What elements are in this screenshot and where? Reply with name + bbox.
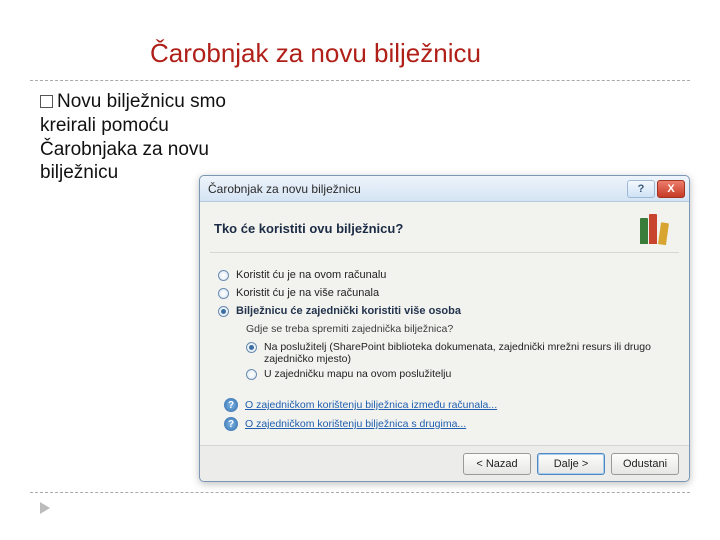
sub-question: Gdje se treba spremiti zajednička biljež…	[246, 323, 671, 335]
wizard-dialog: Čarobnjak za novu bilježnicu ? X Tko će …	[199, 175, 690, 482]
radio-icon	[246, 342, 257, 353]
dialog-body: Koristit ću je na ovom računalu Koristit…	[200, 253, 689, 438]
option-label: Bilježnicu će zajednički koristiti više …	[236, 305, 461, 317]
dialog-footer: < Nazad Dalje > Odustani	[200, 445, 689, 481]
bullet-marker-icon	[40, 95, 53, 108]
close-button[interactable]: X	[657, 180, 685, 198]
option-label: Koristit ću je na više računala	[236, 287, 379, 299]
books-icon	[637, 212, 675, 244]
next-slide-arrow-icon	[40, 502, 50, 514]
dialog-title: Čarobnjak za novu bilježnicu	[208, 182, 625, 196]
divider-top	[30, 80, 690, 81]
suboption-label: U zajedničku mapu na ovom poslužitelju	[264, 368, 451, 380]
suboption-server[interactable]: Na poslužitelj (SharePoint biblioteka do…	[246, 341, 671, 365]
radio-icon	[218, 306, 229, 317]
next-button[interactable]: Dalje >	[537, 453, 605, 475]
option-this-computer[interactable]: Koristit ću je na ovom računalu	[218, 269, 671, 281]
help-button[interactable]: ?	[627, 180, 655, 198]
help-link-with-others[interactable]: O zajedničkom korištenju bilježnica s dr…	[245, 418, 466, 430]
help-link-between-computers[interactable]: O zajedničkom korištenju bilježnica izme…	[245, 399, 497, 411]
suboption-label: Na poslužitelj (SharePoint biblioteka do…	[264, 341, 671, 365]
info-icon: ?	[224, 398, 238, 412]
radio-icon	[218, 288, 229, 299]
bullet-text: Novu bilježnicu smo kreirali pomoću Čaro…	[40, 91, 226, 183]
dialog-titlebar: Čarobnjak za novu bilježnicu ? X	[200, 176, 689, 202]
option-multiple-computers[interactable]: Koristit ću je na više računala	[218, 287, 671, 299]
help-link-row: ? O zajedničkom korištenju bilježnica s …	[224, 417, 671, 431]
help-icon: ?	[638, 183, 645, 195]
option-shared-people[interactable]: Bilježnicu će zajednički koristiti više …	[218, 305, 671, 317]
radio-icon	[246, 369, 257, 380]
radio-icon	[218, 270, 229, 281]
option-label: Koristit ću je na ovom računalu	[236, 269, 386, 281]
info-icon: ?	[224, 417, 238, 431]
divider-bottom	[30, 492, 690, 493]
cancel-button[interactable]: Odustani	[611, 453, 679, 475]
dialog-heading: Tko će koristiti ovu bilježnicu?	[214, 221, 403, 236]
close-icon: X	[667, 183, 674, 195]
suboption-shared-folder[interactable]: U zajedničku mapu na ovom poslužitelju	[246, 368, 671, 380]
slide-title: Čarobnjak za novu bilježnicu	[150, 38, 481, 69]
back-button[interactable]: < Nazad	[463, 453, 531, 475]
help-links: ? O zajedničkom korištenju bilježnica iz…	[224, 398, 671, 431]
help-link-row: ? O zajedničkom korištenju bilježnica iz…	[224, 398, 671, 412]
dialog-header: Tko će koristiti ovu bilježnicu?	[200, 202, 689, 252]
bullet-paragraph: Novu bilježnicu smo kreirali pomoću Čaro…	[40, 90, 260, 185]
